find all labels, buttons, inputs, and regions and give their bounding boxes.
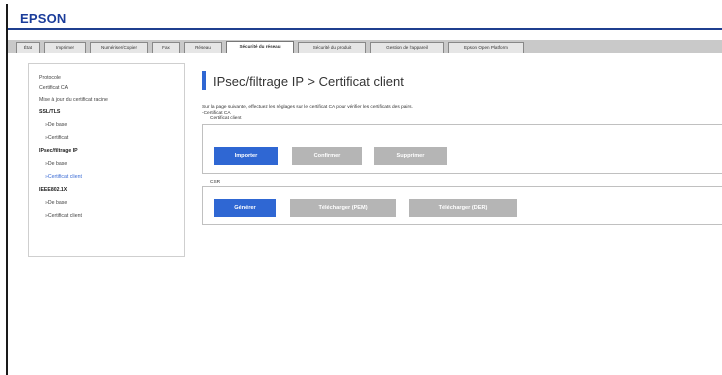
sidebar-item-mise-a-jour-certificat-racine[interactable]: Mise à jour du certificat racine (39, 97, 108, 103)
title-accent-bar (202, 71, 206, 90)
download-der-button[interactable]: Télécharger (DER) (409, 199, 517, 217)
sidebar-item-ssl-certificat[interactable]: »Certificat (45, 135, 68, 141)
sidebar-item-protocole[interactable]: Protocole (39, 75, 61, 81)
header: EPSON (8, 4, 722, 30)
sidebar-item-ieee-de-base[interactable]: »De base (45, 200, 67, 206)
tab-securite-du-produit[interactable]: Sécurité du produit (298, 42, 366, 53)
page-title: IPsec/filtrage IP > Certificat client (213, 74, 404, 89)
sidebar-item-ssl-de-base[interactable]: »De base (45, 122, 67, 128)
sidebar-heading-ssl-tls: SSL/TLS (39, 109, 61, 115)
delete-button[interactable]: Supprimer (374, 147, 447, 165)
csr-legend: CSR (208, 180, 223, 185)
tab-imprimer[interactable]: Imprimer (44, 42, 86, 53)
client-certificate-legend: Certificat client (208, 116, 244, 121)
sidebar-item-ipsec-de-base[interactable]: »De base (45, 161, 67, 167)
tab-epson-open-platform[interactable]: Epson Open Platform (448, 42, 524, 53)
tab-gestion-de-lappareil[interactable]: Gestion de l'appareil (370, 42, 444, 53)
epson-logo: EPSON (20, 11, 67, 26)
client-certificate-group (202, 124, 722, 174)
tab-reseau[interactable]: Réseau (184, 42, 222, 53)
sidebar-heading-ipsec: IPsec/filtrage IP (39, 148, 78, 154)
tab-fax[interactable]: Fax (152, 42, 180, 53)
confirm-button[interactable]: Confirmer (292, 147, 362, 165)
sidebar-item-ieee-certificat-client[interactable]: »Certificat client (45, 213, 82, 219)
generate-button[interactable]: Générer (214, 199, 276, 217)
import-button[interactable]: Importer (214, 147, 278, 165)
sidebar-item-certificat-ca[interactable]: Certificat CA (39, 85, 68, 91)
description-text: Sur la page suivante, effectuez les régl… (202, 105, 413, 110)
download-pem-button[interactable]: Télécharger (PEM) (290, 199, 396, 217)
sidebar: Protocole Certificat CA Mise à jour du c… (28, 63, 185, 257)
sidebar-heading-ieee8021x: IEEE802.1X (39, 187, 68, 193)
tab-bar: État Imprimer Numériser/Copier Fax Résea… (8, 40, 722, 53)
tab-numeriser-copier[interactable]: Numériser/Copier (90, 42, 148, 53)
sidebar-item-ipsec-certificat-client[interactable]: »Certificat client (45, 174, 82, 180)
tab-etat[interactable]: État (16, 42, 40, 53)
tab-securite-du-reseau[interactable]: Sécurité du réseau (226, 41, 294, 53)
